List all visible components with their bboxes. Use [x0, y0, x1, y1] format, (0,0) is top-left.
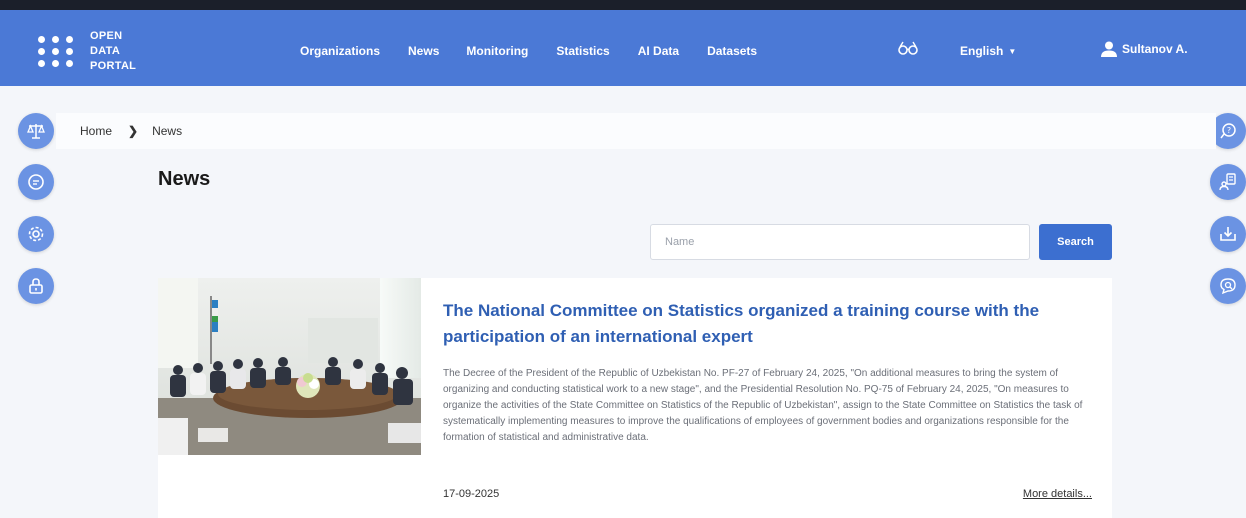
chat-icon[interactable]	[18, 164, 54, 200]
nav-statistics[interactable]: Statistics	[556, 44, 609, 58]
portal-logo[interactable]: OPEN DATA PORTAL	[38, 26, 136, 76]
scales-icon[interactable]	[18, 113, 54, 149]
logo-line-1: OPEN	[90, 29, 123, 42]
news-card[interactable]: The National Committee on Statistics org…	[158, 278, 1112, 518]
breadcrumb-home[interactable]: Home	[80, 124, 112, 138]
news-photo[interactable]	[158, 278, 421, 455]
nav-ai-data[interactable]: AI Data	[638, 44, 679, 58]
page-title: News	[158, 168, 211, 190]
search-input[interactable]	[650, 224, 1030, 260]
search-button[interactable]: Search	[1039, 224, 1112, 260]
download-icon[interactable]	[1210, 216, 1246, 252]
nav-monitoring[interactable]: Monitoring	[466, 44, 528, 58]
caret-down-icon: ▼	[1008, 46, 1017, 56]
user-name: Sultanov A.	[1122, 42, 1188, 56]
logo-line-2: DATA	[90, 44, 121, 57]
nav-datasets[interactable]: Datasets	[707, 44, 757, 58]
user-document-icon[interactable]	[1210, 164, 1246, 200]
user-menu[interactable]: Sultanov A.	[1100, 40, 1188, 58]
logo-line-3: PORTAL	[90, 59, 137, 72]
user-icon	[1101, 41, 1117, 57]
lock-icon[interactable]	[18, 268, 54, 304]
news-description: The Decree of the President of the Repub…	[443, 368, 1083, 443]
glasses-icon[interactable]	[897, 40, 919, 56]
logo-text: OPEN DATA PORTAL	[90, 29, 136, 74]
language-label: English	[960, 44, 1004, 58]
chevron-right-icon: ❯	[128, 124, 139, 138]
main-nav: Organizations News Monitoring Statistics…	[300, 44, 785, 58]
gear-icon[interactable]	[18, 216, 54, 252]
news-date: 17-09-2025	[443, 488, 500, 500]
search-comment-icon[interactable]	[1210, 268, 1246, 304]
logo-dots-icon	[38, 35, 76, 67]
more-details-link[interactable]: More details...	[1023, 488, 1092, 500]
window-top-edge	[0, 0, 1246, 10]
svg-text:?: ?	[1227, 126, 1231, 135]
breadcrumb: Home ❯ News	[56, 113, 1216, 149]
site-header: OPEN DATA PORTAL Organizations News Moni…	[0, 10, 1246, 86]
nav-news[interactable]: News	[408, 44, 439, 58]
news-title[interactable]: The National Committee on Statistics org…	[443, 298, 1083, 350]
nav-organizations[interactable]: Organizations	[300, 44, 380, 58]
language-selector[interactable]: English ▼	[960, 44, 1016, 58]
breadcrumb-current: News	[152, 124, 183, 138]
